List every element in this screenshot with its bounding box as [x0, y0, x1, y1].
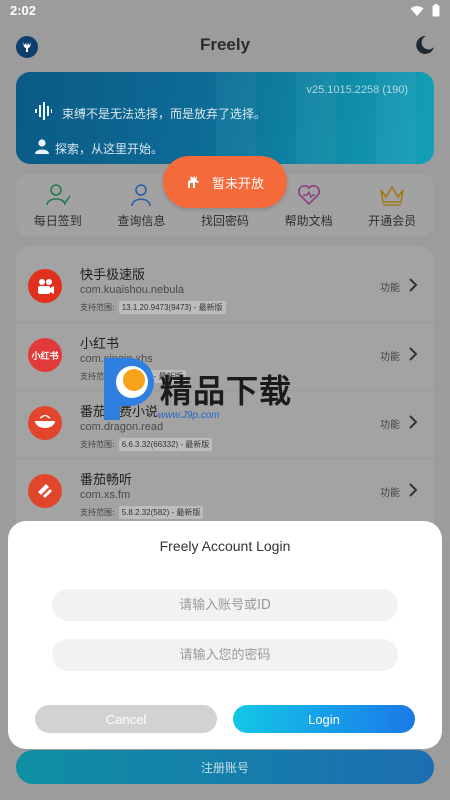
support-version: 13.1.20.9473(9473) - 最新版: [118, 301, 226, 314]
sound-wave-icon: [35, 102, 52, 120]
deer-icon: [187, 175, 199, 188]
action-daily-checkin[interactable]: 每日签到: [16, 174, 100, 236]
action-open-membership[interactable]: 开通会员: [350, 174, 434, 236]
register-button[interactable]: 注册账号: [16, 750, 434, 784]
fanqie-listen-app-icon: [28, 474, 62, 508]
account-input[interactable]: [52, 589, 398, 621]
user-icon: [127, 182, 155, 208]
support-range: 支持范围: 5.8.2.32(582) - 最新版: [80, 506, 204, 519]
password-input[interactable]: [52, 639, 398, 671]
function-label: 功能: [380, 283, 400, 294]
dialog-title: Freely Account Login: [159, 538, 291, 554]
heart-icon: [295, 182, 323, 208]
cancel-button[interactable]: Cancel: [35, 705, 217, 733]
login-button[interactable]: Login: [233, 705, 415, 733]
app-package: com.xs.fm: [80, 489, 131, 501]
function-label: 功能: [380, 352, 400, 363]
version-label: v25.1015.2258 (190): [306, 84, 408, 96]
battery-icon: [432, 4, 440, 17]
chevron-right-icon: [409, 347, 418, 361]
action-label: 帮助文档: [284, 214, 333, 228]
chevron-right-icon: [409, 483, 418, 497]
kuaishou-app-icon: [28, 269, 62, 303]
status-icons: [410, 4, 440, 17]
support-range: 支持范围: 6.6.3.32(66332) - 最新版: [80, 438, 213, 451]
list-item[interactable]: 快手极速版 com.kuaishou.nebula 支持范围: 13.1.20.…: [16, 254, 434, 322]
status-time: 2:02: [10, 3, 37, 18]
app-name: 小红书: [80, 337, 120, 352]
support-version: 6.6.3.32(66332) - 最新版: [118, 438, 213, 451]
app-package: com.kuaishou.nebula: [80, 284, 184, 296]
page-title: Freely: [199, 35, 251, 54]
banner-explore: 探索，从这里开始。: [55, 142, 164, 156]
user-icon: [35, 139, 49, 154]
watermark: 精品下载 www.J9p.com: [100, 352, 350, 432]
toast-not-open: 暂未开放: [163, 156, 287, 208]
support-label: 支持范围:: [80, 440, 115, 449]
function-label: 功能: [380, 420, 400, 431]
app-name: 番茄畅听: [80, 473, 133, 488]
function-label: 功能: [380, 488, 400, 499]
top-bar: Freely: [0, 22, 450, 70]
chevron-right-icon: [409, 278, 418, 292]
xiaohongshu-app-icon: 小红书: [28, 338, 62, 372]
action-label: 每日签到: [33, 214, 82, 228]
banner-card: v25.1015.2258 (190) 束缚不是无法选择，而是放弃了选择。 探索…: [16, 72, 434, 164]
check-user-icon: [44, 182, 72, 208]
action-label: 开通会员: [368, 214, 417, 228]
list-item[interactable]: 番茄畅听 com.xs.fm 支持范围: 5.8.2.32(582) - 最新版…: [16, 458, 434, 526]
support-version: 5.8.2.32(582) - 最新版: [118, 506, 204, 519]
dark-mode-icon[interactable]: [414, 34, 436, 60]
crown-icon: [378, 182, 406, 208]
chevron-right-icon: [409, 415, 418, 429]
wifi-icon: [410, 5, 424, 16]
support-label: 支持范围:: [80, 508, 115, 517]
action-label: 查询信息: [117, 214, 166, 228]
support-range: 支持范围: 13.1.20.9473(9473) - 最新版: [80, 301, 226, 314]
action-label: 找回密码: [200, 214, 249, 228]
login-dialog: Freely Account Login Cancel Login: [8, 521, 442, 749]
status-bar: 2:02: [0, 0, 450, 22]
watermark-url: www.J9p.com: [158, 410, 220, 421]
toast-text: 暂未开放: [211, 176, 264, 192]
watermark-text: 精品下载: [160, 372, 293, 410]
app-name: 快手极速版: [80, 268, 146, 283]
support-label: 支持范围:: [80, 303, 115, 312]
register-label: 注册账号: [200, 760, 249, 775]
banner-quote: 束缚不是无法选择，而是放弃了选择。: [62, 107, 267, 121]
fanqie-novel-app-icon: [28, 406, 62, 440]
watermark-logo-icon: [104, 358, 154, 420]
